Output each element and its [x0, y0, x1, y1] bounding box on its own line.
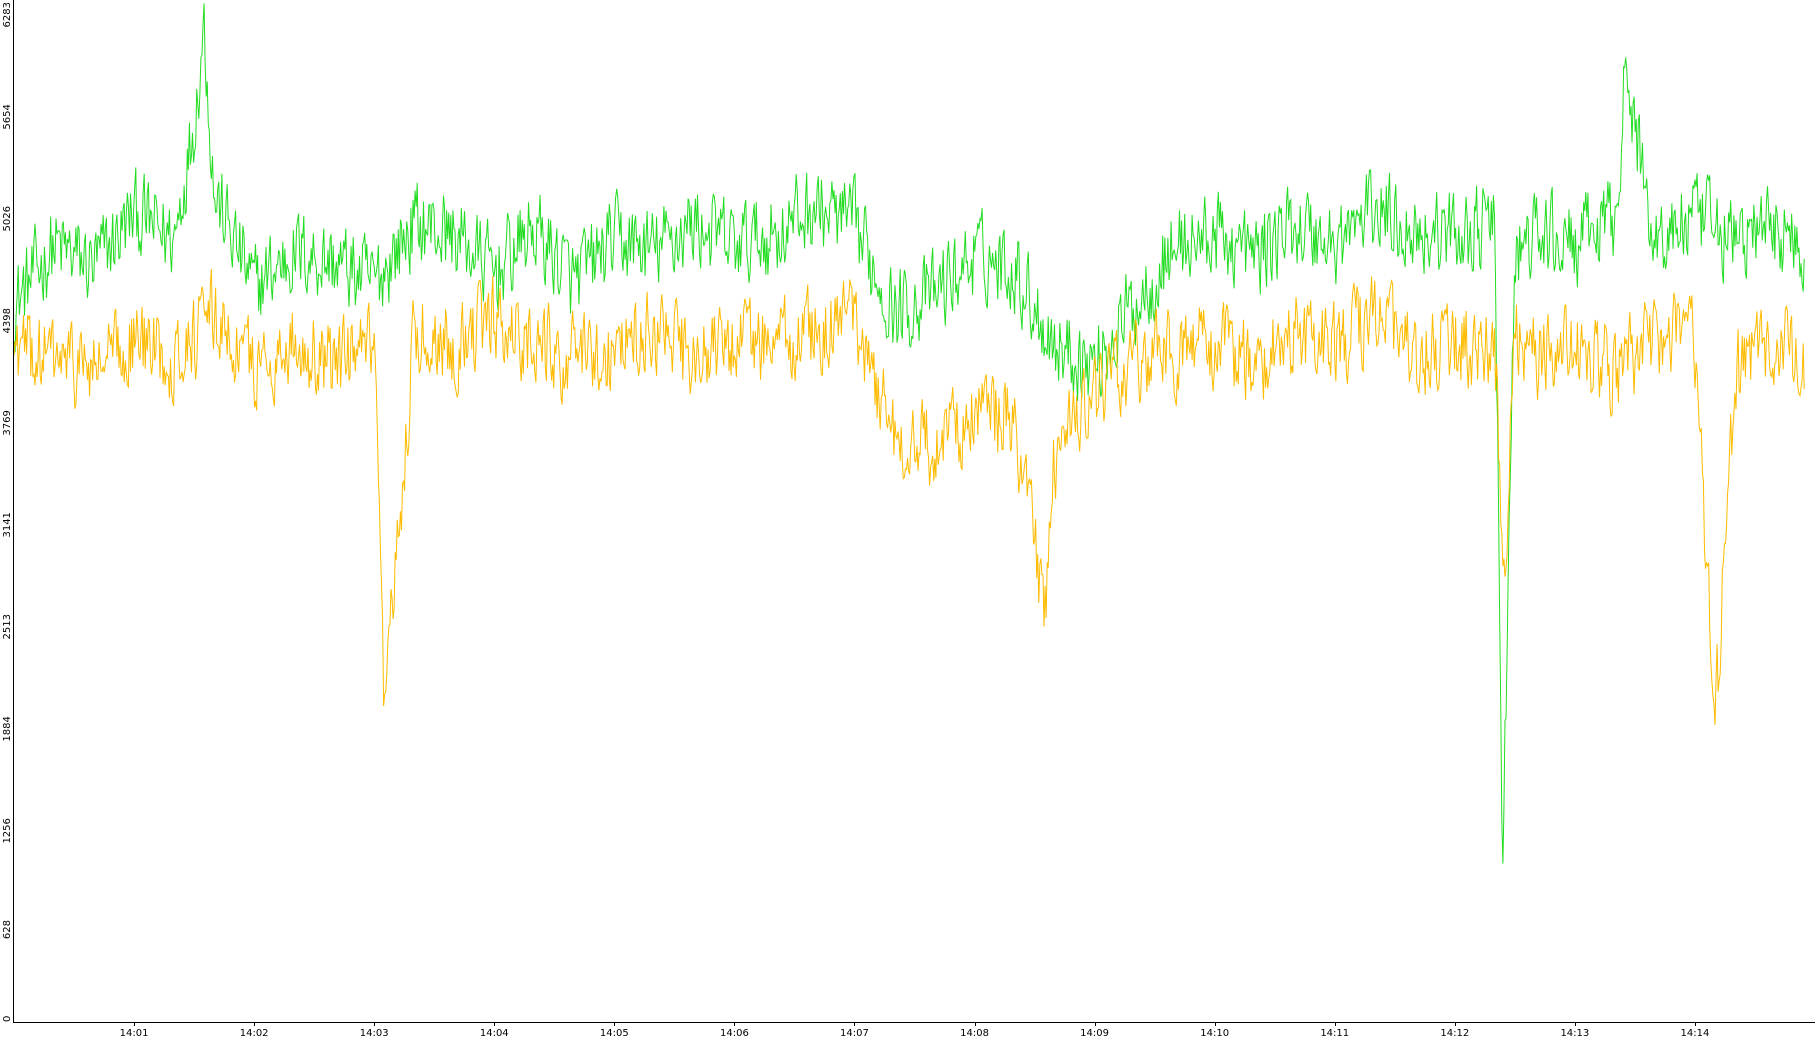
y-tick-label: 3769 [2, 410, 13, 435]
x-tick-label: 14:07 [840, 1028, 869, 1039]
x-tick-layer: 14:01 14:02 14:03 14:04 14:05 14:06 14:07 14:08… [120, 1022, 1710, 1039]
x-tick-label: 14:06 [720, 1028, 749, 1039]
x-tick-label: 14:14 [1681, 1028, 1710, 1039]
x-tick-label: 14:03 [360, 1028, 389, 1039]
series-layer [13, 3, 1805, 864]
y-tick-label: 5654 [2, 104, 13, 129]
x-tick-label: 14:11 [1320, 1028, 1349, 1039]
y-tick-label: 3141 [2, 512, 13, 537]
y-tick-label: 1256 [2, 818, 13, 843]
x-tick-label: 14:08 [960, 1028, 989, 1039]
y-tick-label: 0 [2, 1016, 13, 1022]
series-line-green [13, 3, 1805, 864]
x-tick-label: 14:05 [600, 1028, 629, 1039]
y-tick-label: 4398 [2, 308, 13, 333]
y-tick-label: 1884 [2, 716, 13, 741]
chart-svg: 0 628 1256 1884 2513 3141 3769 4398 5026 5654 6283… [2, 0, 1815, 1039]
x-tick-label: 14:13 [1560, 1028, 1589, 1039]
y-tick-label: 2513 [2, 614, 13, 639]
line-chart: 0 628 1256 1884 2513 3141 3769 4398 5026 5654 6283… [0, 0, 1815, 1039]
x-tick-label: 14:04 [480, 1028, 509, 1039]
y-tick-label: 628 [2, 920, 13, 939]
x-tick-label: 14:01 [120, 1028, 149, 1039]
x-tick-label: 14:09 [1080, 1028, 1109, 1039]
y-tick-layer: 0 628 1256 1884 2513 3141 3769 4398 5026 5654 6283 [2, 2, 13, 1022]
x-tick-label: 14:12 [1440, 1028, 1469, 1039]
x-tick-label: 14:02 [240, 1028, 269, 1039]
y-tick-label: 5026 [2, 206, 13, 231]
x-tick-label: 14:10 [1200, 1028, 1229, 1039]
y-tick-label: 6283 [2, 2, 13, 27]
